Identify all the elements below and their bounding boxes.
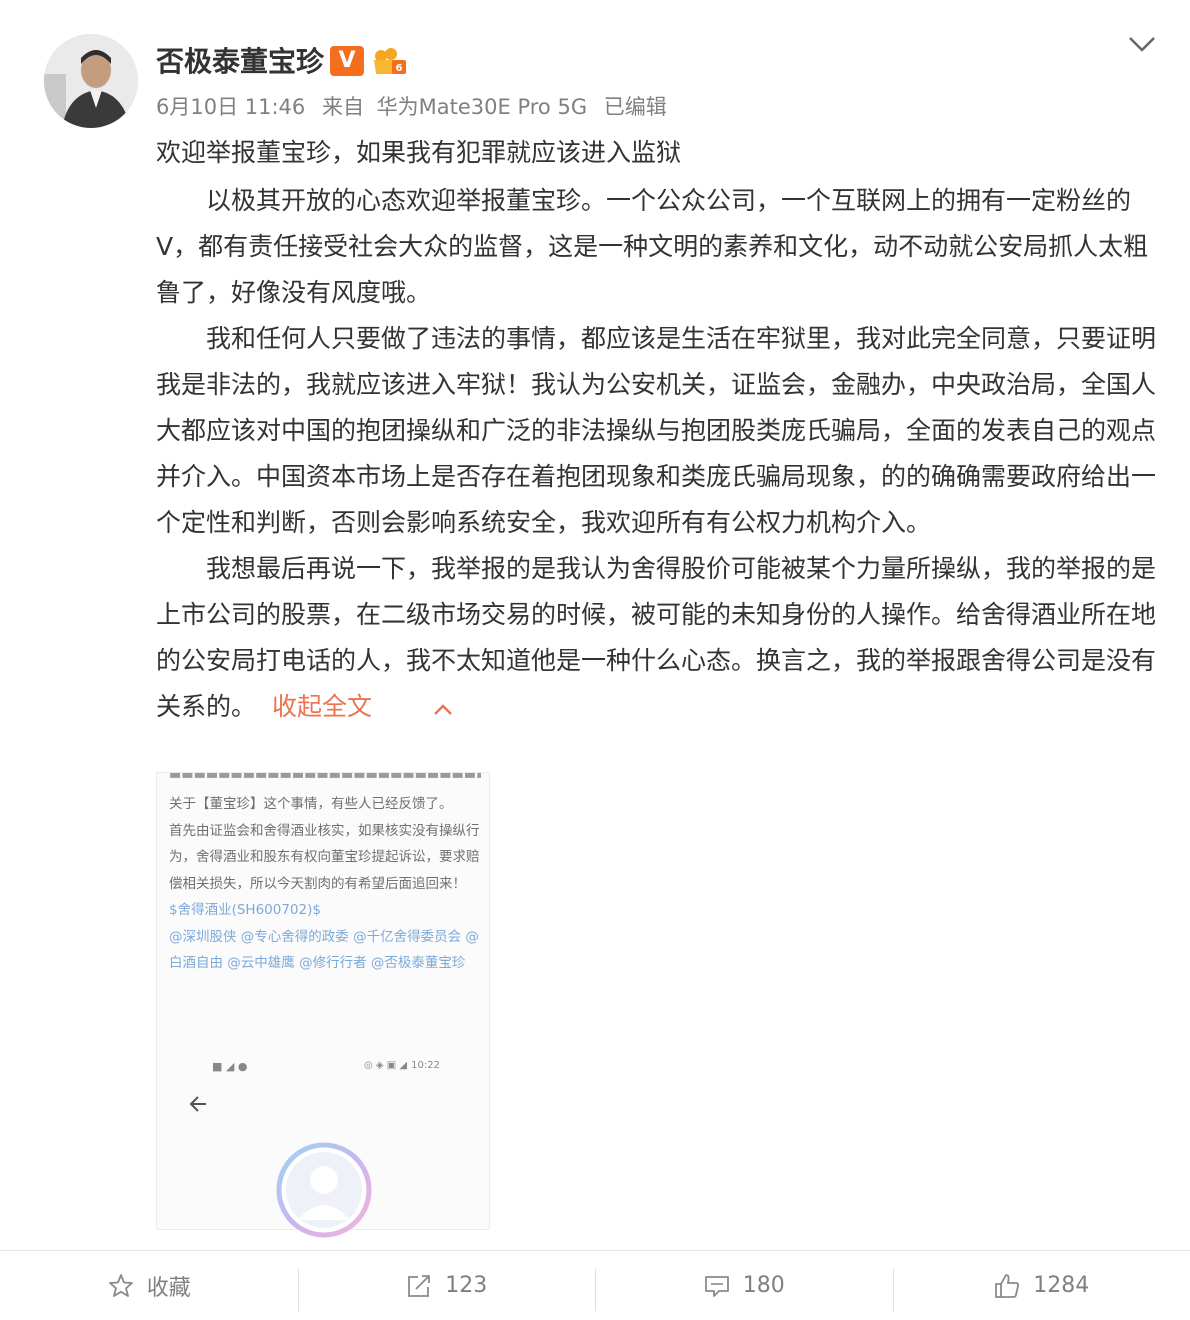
image-mentions: @深圳股侠 @专心舍得的政委 @千亿舍得委员会 @白酒自由 @云中雄鹰 @修行行…	[169, 928, 479, 972]
post-title: 欢迎举报董宝珍，如果我有犯罪就应该进入监狱	[156, 138, 682, 167]
chevron-down-icon[interactable]	[1124, 30, 1160, 58]
like-icon	[995, 1273, 1020, 1298]
back-arrow-icon	[186, 1090, 214, 1118]
verified-badge[interactable]: V	[330, 46, 364, 76]
edited-label[interactable]: 已编辑	[604, 95, 667, 119]
paragraph: 以极其开放的心态欢迎举报董宝珍。一个公众公司，一个互联网上的拥有一定粉丝的V，都…	[156, 186, 1149, 307]
svg-text:6: 6	[396, 63, 403, 74]
repost-icon	[408, 1274, 431, 1297]
post-date[interactable]: 6月10日 11:46	[156, 95, 305, 119]
repost-count: 123	[445, 1273, 488, 1298]
post-device[interactable]: 华为Mate30E Pro 5G	[377, 95, 587, 119]
image-stock-link: $舍得酒业(SH600702)$	[169, 902, 321, 918]
profile-placeholder-icon	[276, 1142, 372, 1238]
favorite-button[interactable]: 收藏	[0, 1251, 298, 1320]
image-status-icons: ■ ◢ ●	[212, 1060, 248, 1073]
image-line: 首先由证监会和舍得酒业核实，如果核实没有操纵行为，舍得酒业和股东有权向董宝珍提起…	[169, 822, 480, 892]
star-icon	[108, 1273, 133, 1297]
post-body: 以极其开放的心态欢迎举报董宝珍。一个公众公司，一个互联网上的拥有一定粉丝的V，都…	[156, 178, 1156, 731]
comment-icon	[704, 1275, 729, 1297]
chevron-up-icon	[382, 685, 454, 731]
like-button[interactable]: 1284	[892, 1251, 1190, 1320]
like-count: 1284	[1033, 1273, 1090, 1298]
paragraph: 我和任何人只要做了违法的事情，都应该是生活在牢狱里，我对此完全同意，只要证明我是…	[156, 324, 1157, 537]
post-meta: 6月10日 11:46 来自 华为Mate30E Pro 5G 已编辑	[156, 92, 677, 122]
author-badges: V 6	[330, 46, 408, 76]
source-prefix: 来自	[321, 95, 364, 119]
image-screenshot-text: 关于【董宝珍】这个事情，有些人已经反馈了。 首先由证监会和舍得酒业核实，如果核实…	[169, 791, 481, 977]
collapse-label: 收起全文	[272, 692, 373, 721]
paragraph-last: 我想最后再说一下，我举报的是我认为舍得股价可能被某个力量所操纵，我的举报的是上市…	[156, 546, 1156, 731]
author-name[interactable]: 否极泰董宝珍	[156, 42, 324, 82]
avatar-photo	[44, 34, 138, 128]
image-cut-text: ■■■■■■■■■■■■■■■■■■■■■■■■■■■■■■■■■■	[169, 772, 481, 780]
repost-button[interactable]: 123	[297, 1251, 596, 1320]
weibo-post-card: 否极泰董宝珍 V 6 6月10日 11:46 来自 华为Mate30E Pro …	[0, 0, 1190, 1320]
favorite-label: 收藏	[146, 1275, 191, 1301]
vip-icon[interactable]: 6	[370, 46, 408, 76]
image-status-time: ◎ ◈ ▣ ◢ 10:22	[364, 1060, 440, 1071]
action-bar: 收藏 123 180 1284	[0, 1251, 1190, 1320]
comment-count: 180	[742, 1273, 785, 1298]
image-line: 关于【董宝珍】这个事情，有些人已经反馈了。	[169, 796, 453, 812]
collapse-text-link[interactable]: 收起全文	[272, 692, 454, 721]
comment-button[interactable]: 180	[595, 1251, 893, 1320]
avatar[interactable]	[44, 34, 138, 128]
